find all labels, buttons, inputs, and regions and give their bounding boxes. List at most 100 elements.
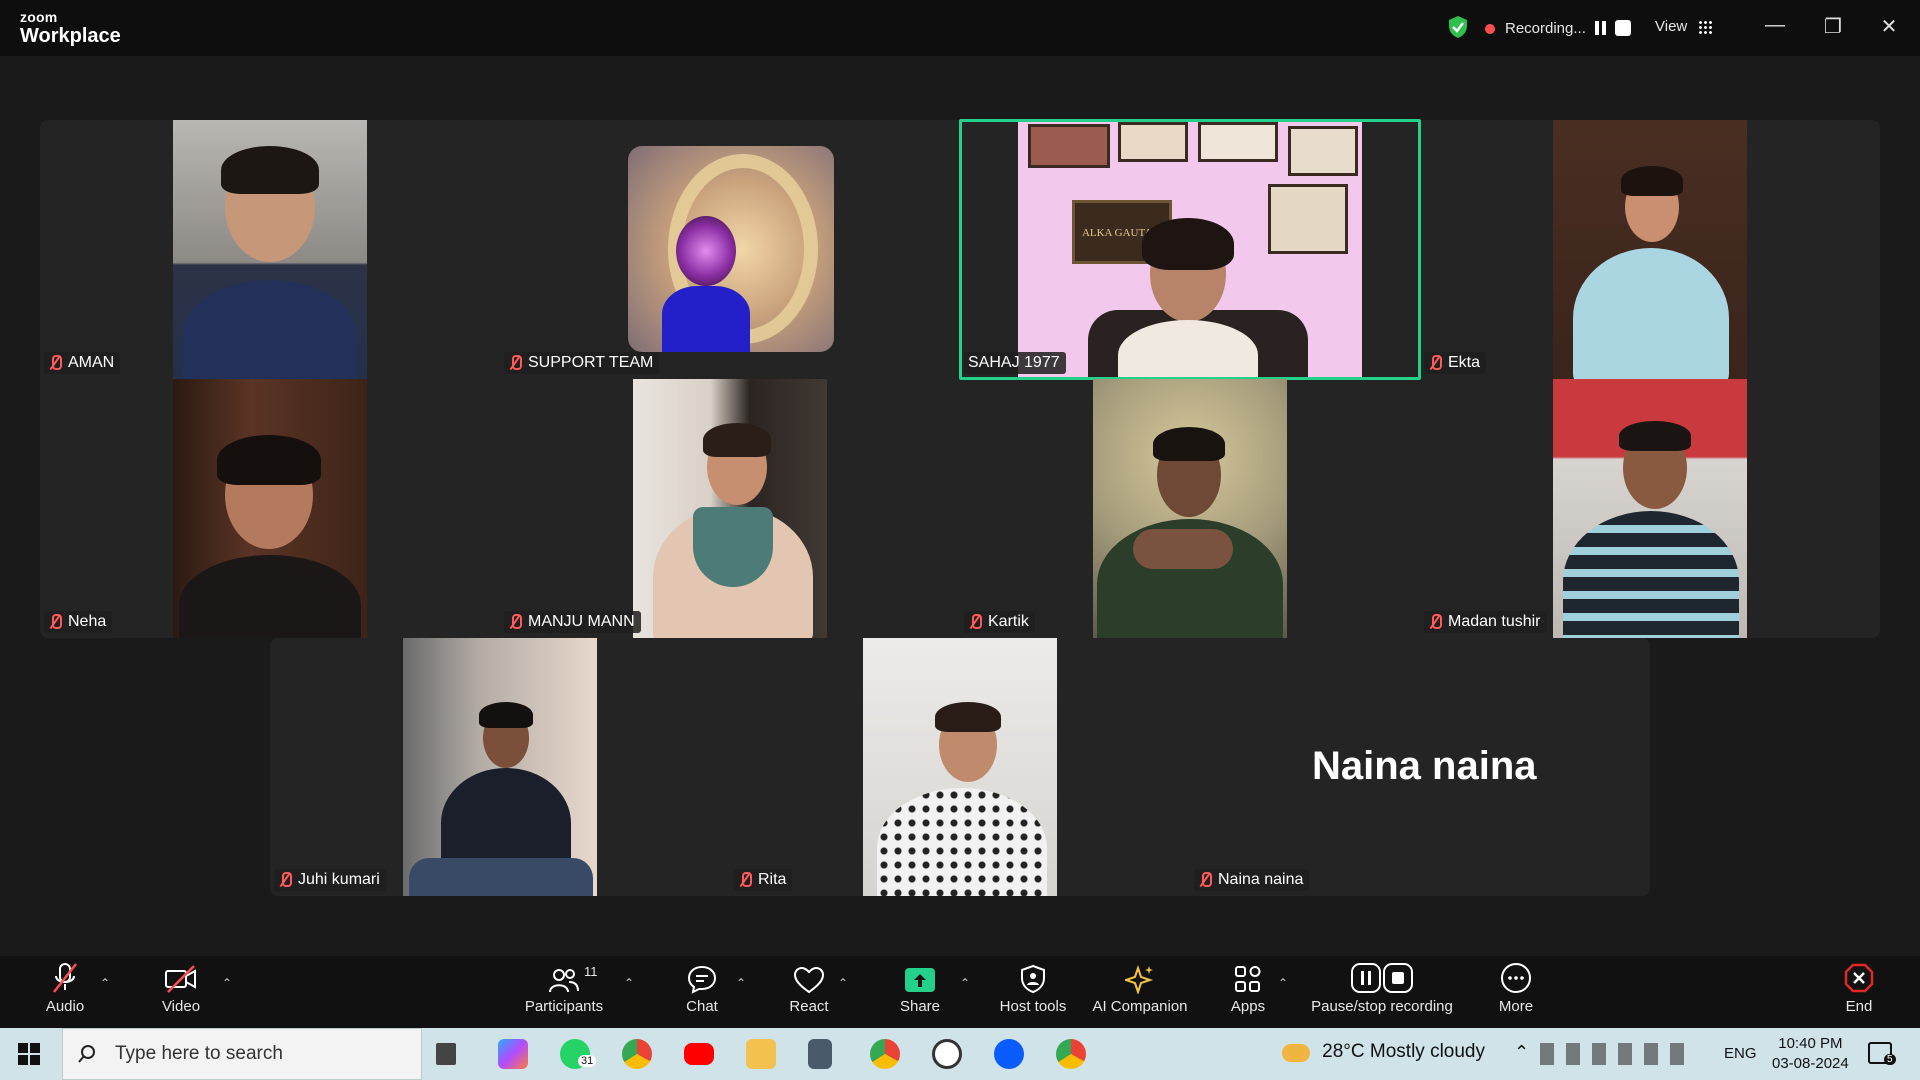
participant-name: Juhi kumari	[298, 871, 380, 888]
minimize-button[interactable]: —	[1760, 14, 1790, 37]
calculator-icon[interactable]	[808, 1039, 832, 1069]
participant-tile-kartik[interactable]: Kartik	[960, 379, 1420, 638]
muted-mic-icon	[1428, 613, 1442, 631]
participant-video: ALKA GAUTAM	[1018, 120, 1362, 379]
participant-nametag: MANJU MANN	[504, 611, 641, 633]
participant-tile-manju[interactable]: MANJU MANN	[500, 379, 960, 638]
recording-label[interactable]: Recording...	[1505, 20, 1586, 37]
participant-video	[1553, 120, 1747, 379]
title-bar: zoom Workplace Recording... View — ❐ ✕	[0, 0, 1920, 56]
more-label: More	[1498, 998, 1534, 1015]
clock-app-icon[interactable]	[932, 1039, 962, 1069]
video-button[interactable]: Video	[152, 956, 210, 1028]
participant-tile-madan[interactable]: Madan tushir	[1420, 379, 1880, 638]
chat-button[interactable]: Chat	[672, 956, 732, 1028]
recording-dot-icon	[1485, 24, 1495, 34]
file-explorer-icon[interactable]	[746, 1039, 776, 1069]
muted-mic-icon	[1198, 871, 1212, 889]
muted-mic-icon	[1428, 354, 1442, 372]
notifications-icon[interactable]: 5	[1868, 1042, 1896, 1065]
audio-button[interactable]: Audio	[36, 956, 94, 1028]
participant-video	[633, 379, 827, 638]
participant-name: Naina naina	[1218, 871, 1304, 888]
end-label: End	[1845, 998, 1873, 1015]
task-view-icon[interactable]	[436, 1043, 456, 1065]
grid-view-icon[interactable]	[1698, 20, 1712, 34]
encryption-shield-icon[interactable]	[1447, 15, 1469, 39]
share-button[interactable]: Share	[890, 956, 950, 1028]
apps-caret-icon[interactable]: ⌃	[1278, 976, 1288, 990]
participants-count: 11	[584, 964, 598, 979]
whatsapp-icon[interactable]: 31	[560, 1039, 597, 1069]
heart-icon	[793, 966, 825, 994]
share-label: Share	[899, 998, 941, 1015]
participants-icon	[549, 969, 579, 993]
participant-video	[1093, 379, 1287, 638]
participant-tile-ekta[interactable]: Ekta	[1420, 120, 1880, 379]
restore-button[interactable]: ❐	[1818, 14, 1848, 39]
close-button[interactable]: ✕	[1874, 14, 1904, 39]
participant-nametag: Juhi kumari	[274, 869, 386, 891]
participant-tile-aman[interactable]: AMAN	[40, 120, 500, 379]
participant-video	[863, 638, 1057, 896]
system-tray-icons[interactable]	[1540, 1043, 1690, 1065]
end-meeting-icon	[1844, 963, 1874, 993]
apps-button[interactable]: Apps	[1218, 956, 1278, 1028]
chrome-window-icon[interactable]	[1056, 1039, 1086, 1069]
weather-widget[interactable]: 28°C Mostly cloudy	[1282, 1041, 1485, 1063]
clock[interactable]: 10:40 PM 03-08-2024	[1772, 1034, 1849, 1074]
windows-taskbar: Type here to search 31 28°C Mostly cloud…	[0, 1028, 1920, 1080]
participant-tile-juhi[interactable]: Juhi kumari	[270, 638, 730, 896]
apps-icon	[1235, 966, 1261, 992]
pause-stop-recording-button[interactable]: Pause/stop recording	[1306, 956, 1458, 1028]
copilot-icon[interactable]	[498, 1039, 528, 1069]
participant-video	[173, 379, 367, 638]
chat-caret-icon[interactable]: ⌃	[736, 976, 746, 990]
ai-companion-button[interactable]: AI Companion	[1090, 956, 1190, 1028]
participants-label: Participants	[524, 998, 604, 1015]
show-hidden-icons-caret-icon[interactable]: ⌃	[1514, 1042, 1529, 1063]
apps-label: Apps	[1230, 998, 1266, 1015]
brand-big: Workplace	[20, 25, 121, 47]
react-caret-icon[interactable]: ⌃	[838, 976, 848, 990]
chrome-icon[interactable]	[870, 1039, 900, 1069]
notification-count: 5	[1884, 1054, 1896, 1065]
host-tools-button[interactable]: Host tools	[994, 956, 1072, 1028]
participants-caret-icon[interactable]: ⌃	[624, 976, 634, 990]
zoom-taskbar-icon[interactable]	[994, 1039, 1024, 1069]
participant-name: Neha	[68, 613, 107, 630]
participant-video	[403, 638, 597, 896]
end-meeting-button[interactable]: End	[1830, 956, 1888, 1028]
participant-tile-rita[interactable]: Rita	[730, 638, 1190, 896]
share-caret-icon[interactable]: ⌃	[960, 976, 970, 990]
participant-tile-sahaj[interactable]: ALKA GAUTAM SAHAJ 1977	[960, 120, 1420, 379]
video-options-caret-icon[interactable]: ⌃	[222, 976, 232, 990]
react-button[interactable]: React	[778, 956, 840, 1028]
weather-cloud-icon	[1282, 1044, 1310, 1063]
view-button[interactable]: View	[1655, 18, 1687, 35]
language-indicator[interactable]: ENG	[1724, 1045, 1757, 1062]
participants-button[interactable]: 11 Participants	[520, 956, 608, 1028]
audio-options-caret-icon[interactable]: ⌃	[100, 976, 110, 990]
participant-name: SAHAJ 1977	[968, 354, 1060, 371]
react-label: React	[789, 998, 829, 1015]
clock-time: 10:40 PM	[1778, 1035, 1843, 1052]
more-button[interactable]: More	[1486, 956, 1546, 1028]
pause-recording-icon[interactable]	[1593, 20, 1609, 36]
stop-recording-icon[interactable]	[1615, 20, 1631, 36]
taskbar-search-box[interactable]: Type here to search	[62, 1028, 422, 1080]
windows-start-icon[interactable]	[18, 1043, 40, 1065]
weather-text: 28°C Mostly cloudy	[1322, 1041, 1485, 1062]
participant-tile-support-team[interactable]: SUPPORT TEAM	[500, 120, 960, 379]
participant-name: MANJU MANN	[528, 613, 635, 630]
participant-nametag: SAHAJ 1977	[964, 352, 1066, 374]
participant-name: Rita	[758, 871, 787, 888]
participant-tile-neha[interactable]: Neha	[40, 379, 500, 638]
chrome-profile-icon[interactable]	[622, 1039, 652, 1069]
participant-tile-naina[interactable]: Naina naina Naina naina	[1190, 638, 1650, 896]
participant-nametag: Kartik	[964, 611, 1035, 633]
share-screen-icon	[905, 968, 935, 992]
youtube-icon[interactable]	[684, 1043, 714, 1065]
host-tools-shield-icon	[1021, 964, 1045, 994]
profile-picture	[628, 146, 834, 352]
